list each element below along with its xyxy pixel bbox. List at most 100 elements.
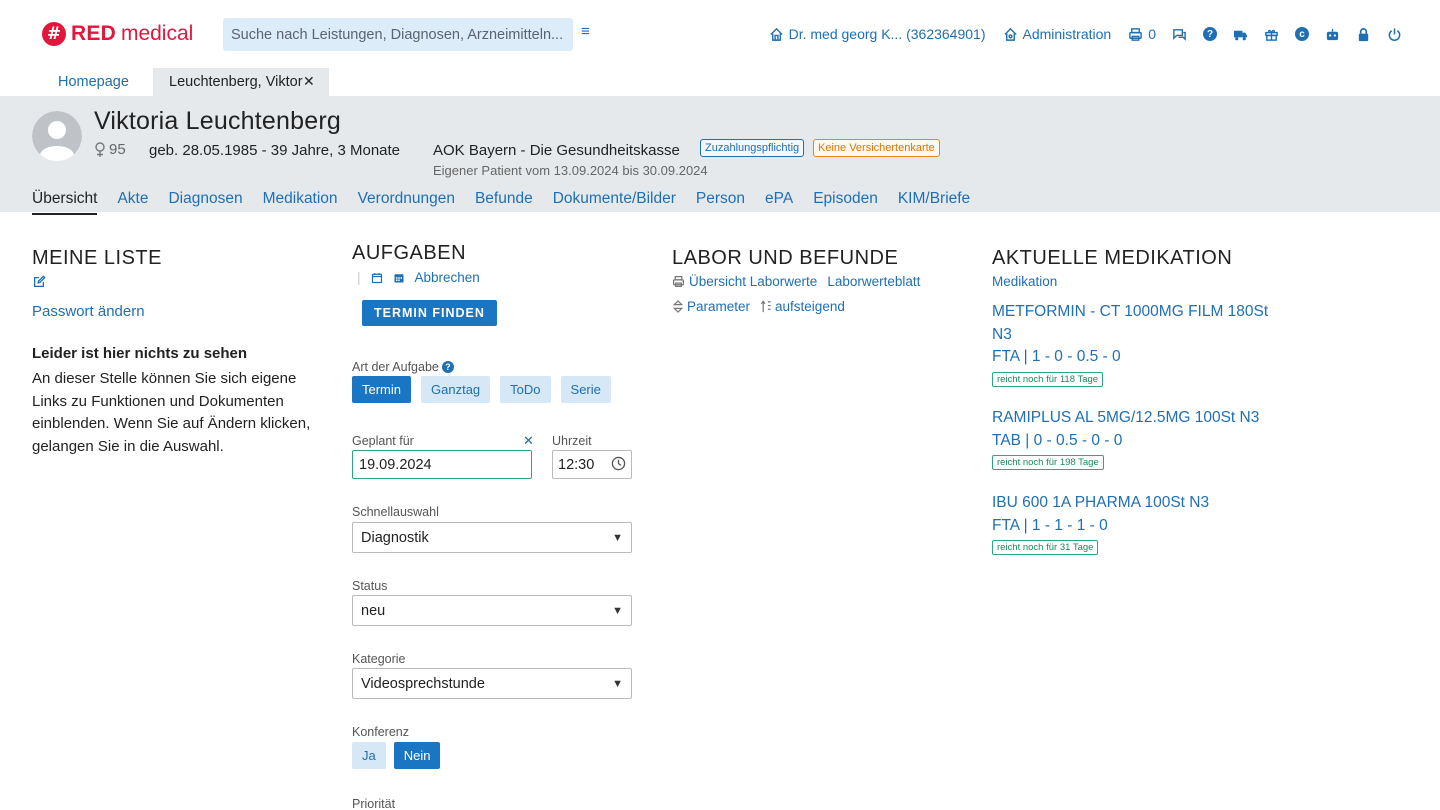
labor-links: Übersicht Laborwerte Laborwerteblatt bbox=[672, 274, 920, 289]
cancel-link[interactable]: Abbrechen bbox=[415, 270, 480, 285]
category-label: Kategorie bbox=[352, 652, 406, 666]
power-icon bbox=[1388, 27, 1401, 41]
task-actions: | Abbrechen bbox=[352, 270, 480, 285]
type-serie-button[interactable]: Serie bbox=[560, 376, 611, 403]
red-medical-logo[interactable]: # RED medical bbox=[42, 21, 193, 47]
tab-person[interactable]: Person bbox=[696, 190, 745, 215]
tab-diagnosen[interactable]: Diagnosen bbox=[168, 190, 242, 215]
meine-liste-title: MEINE LISTE bbox=[32, 247, 162, 269]
logout-button[interactable] bbox=[1387, 27, 1402, 42]
status-label: Status bbox=[352, 579, 388, 593]
copyright-icon[interactable]: c bbox=[1295, 27, 1309, 41]
type-ganztag-button[interactable]: Ganztag bbox=[421, 376, 491, 403]
gift-button[interactable] bbox=[1264, 27, 1279, 42]
medication-link[interactable]: Medikation bbox=[992, 274, 1057, 289]
administration-link[interactable]: Administration bbox=[1003, 26, 1111, 42]
tab-medikation[interactable]: Medikation bbox=[263, 190, 338, 215]
chat-icon bbox=[1173, 28, 1186, 41]
tab-verordnungen[interactable]: Verordnungen bbox=[358, 190, 455, 215]
status-dropdown[interactable]: neu ▼ bbox=[352, 595, 632, 626]
category-value: Videosprechstunde bbox=[361, 675, 485, 692]
lab-sheet-link[interactable]: Laborwerteblatt bbox=[827, 274, 920, 289]
status-value: neu bbox=[361, 602, 386, 619]
robot-icon bbox=[1326, 28, 1339, 40]
type-todo-button[interactable]: ToDo bbox=[500, 376, 551, 403]
clock-icon[interactable] bbox=[611, 456, 626, 471]
clear-date-icon[interactable]: ✕ bbox=[523, 433, 534, 449]
medication-title: AKTUELLE MEDIKATION bbox=[992, 247, 1233, 269]
tab-kim-briefe[interactable]: KIM/Briefe bbox=[898, 190, 970, 215]
logo-mark-icon: # bbox=[42, 22, 66, 46]
labor-title: LABOR UND BEFUNDE bbox=[672, 247, 899, 269]
medication-dose: FTA | 1 - 1 - 1 - 0 bbox=[992, 516, 1108, 534]
tab-akte[interactable]: Akte bbox=[117, 190, 148, 215]
medication-dose: TAB | 0 - 0.5 - 0 - 0 bbox=[992, 431, 1123, 449]
supply-badge: reicht noch für 31 Tage bbox=[992, 540, 1099, 555]
medication-item[interactable]: RAMIPLUS AL 5MG/12.5MG 100St N3 TAB | 0 … bbox=[992, 407, 1292, 470]
sort-icon bbox=[672, 300, 684, 313]
medication-item[interactable]: IBU 600 1A PHARMA 100St N3 FTA | 1 - 1 -… bbox=[992, 492, 1292, 555]
conference-yes-button[interactable]: Ja bbox=[352, 742, 386, 769]
close-tab-icon[interactable]: ✕ bbox=[303, 73, 315, 90]
edit-icon[interactable] bbox=[32, 275, 46, 289]
conference-no-button[interactable]: Nein bbox=[393, 742, 441, 769]
help-icon[interactable]: ? bbox=[441, 361, 454, 373]
find-appointment-button[interactable]: TERMIN FINDEN bbox=[362, 300, 497, 326]
chat-button[interactable] bbox=[1172, 27, 1187, 42]
conference-label: Konferenz bbox=[352, 725, 409, 739]
delivery-button[interactable] bbox=[1233, 27, 1248, 42]
category-dropdown[interactable]: Videosprechstunde ▼ bbox=[352, 668, 632, 699]
patient-name: Viktoria Leuchtenberg bbox=[94, 107, 341, 135]
priority-label: Priorität bbox=[352, 797, 396, 810]
parameter-sort-link[interactable]: Parameter bbox=[687, 299, 750, 314]
print-icon bbox=[1129, 27, 1143, 41]
conference-selector: Ja Nein bbox=[352, 742, 441, 769]
labor-sort: Parameter aufsteigend bbox=[672, 299, 845, 314]
truck-icon bbox=[1233, 30, 1248, 40]
change-password-link[interactable]: Passwort ändern bbox=[32, 303, 145, 320]
lab-overview-link[interactable]: Übersicht Laborwerte bbox=[689, 274, 817, 289]
aufgaben-title: AUFGABEN bbox=[352, 242, 467, 264]
birth-date: geb. 28.05.1985 - 39 Jahre, 3 Monate bbox=[149, 142, 401, 159]
female-icon bbox=[95, 141, 105, 157]
time-label: Uhrzeit bbox=[552, 434, 592, 448]
logo-red-text: RED bbox=[71, 22, 116, 45]
empty-state-text: An dieser Stelle können Sie sich eigene … bbox=[32, 370, 311, 455]
assistant-button[interactable] bbox=[1325, 27, 1340, 42]
quick-select-dropdown[interactable]: Diagnostik ▼ bbox=[352, 522, 632, 553]
tab-episoden[interactable]: Episoden bbox=[813, 190, 878, 215]
tab-befunde[interactable]: Befunde bbox=[475, 190, 533, 215]
patient-header: Viktoria Leuchtenberg 95 geb. 28.05.1985… bbox=[0, 96, 1440, 215]
patient-status: Eigener Patient vom 13.09.2024 bis 30.09… bbox=[433, 163, 708, 178]
tab-patient-label: Leuchtenberg, Viktor bbox=[169, 74, 303, 90]
patient-gender: 95 bbox=[94, 141, 126, 158]
document-tabs: Homepage Leuchtenberg, Viktor ✕ bbox=[0, 68, 1440, 96]
tab-patient[interactable]: Leuchtenberg, Viktor ✕ bbox=[153, 68, 329, 96]
type-termin-button[interactable]: Termin bbox=[352, 376, 412, 403]
search-input[interactable] bbox=[223, 18, 573, 51]
task-type-label: Art der Aufgabe? bbox=[352, 360, 454, 374]
planned-date-input[interactable] bbox=[352, 450, 532, 479]
calendar-grid-icon[interactable] bbox=[393, 272, 405, 284]
task-type-selector: Termin Ganztag ToDo Serie bbox=[352, 376, 611, 403]
help-icon[interactable]: ? bbox=[1203, 27, 1217, 41]
tab-dokumente-bilder[interactable]: Dokumente/Bilder bbox=[553, 190, 676, 215]
print-queue-button[interactable]: 0 bbox=[1128, 26, 1156, 42]
tab-uebersicht[interactable]: Übersicht bbox=[32, 190, 98, 215]
ascending-sort-link[interactable]: aufsteigend bbox=[775, 299, 845, 314]
chevron-down-icon: ▼ bbox=[612, 677, 623, 690]
chevron-down-icon: ▼ bbox=[612, 604, 623, 617]
medication-name: RAMIPLUS AL 5MG/12.5MG 100St N3 bbox=[992, 409, 1260, 426]
hamburger-menu-icon[interactable]: ≡ bbox=[581, 24, 595, 39]
top-navigation: Dr. med georg K... (362364901) Administr… bbox=[752, 23, 1402, 45]
medication-item[interactable]: METFORMIN - CT 1000MG FILM 180St N3 FTA … bbox=[992, 301, 1292, 387]
calendar-icon[interactable] bbox=[371, 272, 383, 284]
tab-homepage[interactable]: Homepage bbox=[58, 74, 129, 90]
medication-name: METFORMIN - CT 1000MG FILM 180St N3 bbox=[992, 303, 1269, 343]
doctor-label: Dr. med georg K... (362364901) bbox=[788, 26, 986, 42]
medication-dose: FTA | 1 - 0 - 0.5 - 0 bbox=[992, 348, 1121, 365]
print-icon bbox=[673, 276, 684, 287]
tab-epa[interactable]: ePA bbox=[765, 190, 793, 215]
lock-button[interactable] bbox=[1356, 27, 1371, 42]
doctor-link[interactable]: Dr. med georg K... (362364901) bbox=[769, 26, 986, 42]
